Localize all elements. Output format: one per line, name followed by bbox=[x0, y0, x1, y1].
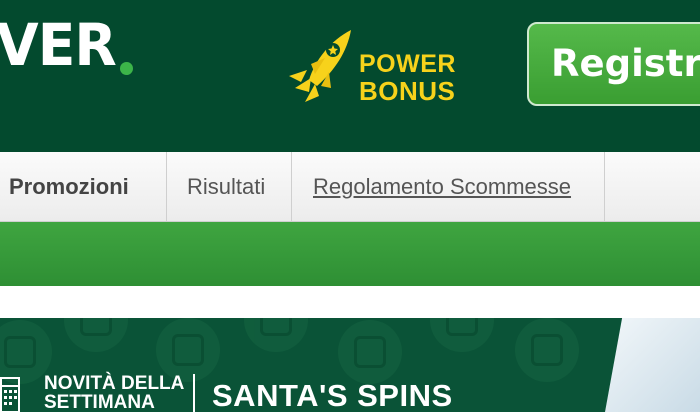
nav-item-risultati[interactable]: Risultati bbox=[187, 152, 265, 221]
dice-icon bbox=[430, 318, 494, 352]
dice-icon bbox=[515, 318, 579, 382]
banner-title: SANTA'S SPINS bbox=[212, 378, 453, 412]
powerbonus-line2: BONUS bbox=[359, 76, 456, 106]
powerbonus-line1: POWER bbox=[359, 50, 456, 78]
main-nav: Promozioni Risultati Regolamento Scommes… bbox=[0, 152, 700, 222]
sub-nav-bar bbox=[0, 222, 700, 286]
calendar-icon bbox=[0, 377, 20, 412]
site-header: VER POWER BONUS Registra bbox=[0, 0, 700, 152]
banner-tag-line1: NOVITÀ DELLA bbox=[44, 373, 185, 394]
brand-logo[interactable]: VER bbox=[0, 16, 117, 74]
nav-divider bbox=[604, 152, 605, 221]
banner-tag-line2: SETTIMANA bbox=[44, 392, 155, 412]
powerbonus-text: POWER BONUS bbox=[359, 50, 456, 106]
promo-banner[interactable]: NOVITÀ DELLA SETTIMANA SANTA'S SPINS bbox=[0, 318, 700, 412]
dice-icon bbox=[64, 318, 128, 352]
register-button[interactable]: Registra bbox=[527, 22, 700, 106]
nav-divider bbox=[291, 152, 292, 221]
nav-item-promozioni[interactable]: Promozioni bbox=[9, 152, 129, 221]
dice-icon bbox=[338, 320, 402, 384]
nav-divider bbox=[166, 152, 167, 221]
banner-image bbox=[605, 318, 700, 412]
dice-icon bbox=[244, 318, 308, 352]
brand-logo-dot bbox=[120, 62, 133, 75]
banner-tag: NOVITÀ DELLA SETTIMANA bbox=[44, 374, 184, 412]
banner-divider bbox=[193, 374, 195, 412]
rocket-icon bbox=[289, 30, 351, 102]
nav-item-regolamento-scommesse[interactable]: Regolamento Scommesse bbox=[313, 152, 571, 221]
